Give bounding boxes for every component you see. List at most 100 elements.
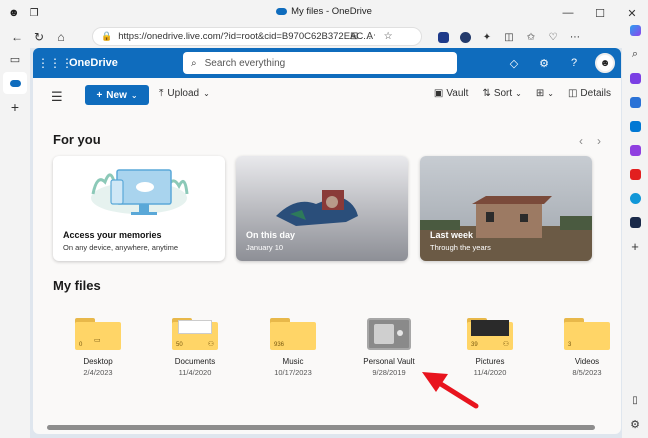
onedrive-page: ⋮⋮⋮ OneDrive ⌕ Search everything ◇ ⚙ ? ☻… [33, 48, 621, 434]
settings-gear-icon[interactable]: ⚙ [529, 57, 559, 70]
sort-button[interactable]: ⇅ Sort ⌄ [482, 88, 521, 99]
folder-icon: 0 ▭ [75, 318, 121, 350]
vault-button[interactable]: ▣ Vault [434, 88, 469, 99]
item-count: 3 [568, 342, 572, 348]
refresh-button[interactable]: ↻ [28, 26, 50, 48]
last-week-card[interactable]: Last week Through the years [420, 156, 592, 261]
browser-toolbar: ← ↻ ⌂ 🔒 https://onedrive.live.com/?id=ro… [0, 26, 648, 48]
hamburger-menu-icon[interactable]: ☰ [51, 89, 63, 105]
account-avatar[interactable]: ☻ [595, 53, 615, 73]
tab-actions-icon[interactable]: ▭ [0, 48, 30, 70]
sidebar-search-icon[interactable]: ⌕ [622, 42, 648, 66]
browser-essentials-icon[interactable]: ♡ [542, 26, 564, 48]
vertical-tabs-pane: ▭ + [0, 48, 30, 438]
app-available-icon[interactable]: ⊞ [350, 31, 358, 42]
file-date: 11/4/2020 [178, 368, 212, 377]
plus-icon: + [96, 89, 103, 101]
profile-icon[interactable]: ☻ [8, 7, 20, 19]
extensions-puzzle-icon[interactable]: ✦ [476, 26, 498, 48]
maximize-button[interactable]: ☐ [584, 0, 616, 26]
games-icon[interactable] [622, 138, 648, 162]
folder-icon: 936 [270, 318, 316, 350]
more-menu-icon[interactable]: ⋯ [564, 26, 586, 48]
browser-title-bar: ☻ ❐ My files - OneDrive — ☐ ✕ [0, 0, 648, 26]
folder-music[interactable]: 936 Music 10/17/2023 [253, 308, 333, 377]
extension-icon-1[interactable] [432, 26, 454, 48]
folder-personal-vault[interactable]: Personal Vault 9/28/2019 [349, 308, 429, 377]
folder-icon: 50 ⚇ [172, 318, 218, 350]
outlook-icon[interactable] [622, 114, 648, 138]
command-bar: ☰ + New ⌄ ⤒ Upload ⌄ ▣ Vault ⇅ Sort ⌄ ⊞ ⌄ ◫ D… [33, 78, 621, 112]
sidebar-settings-icon[interactable]: ⚙ [622, 412, 648, 436]
for-you-title: For you [53, 132, 101, 147]
vault-icon [367, 318, 411, 350]
app-launcher-icon[interactable]: ⋮⋮⋮ [37, 56, 73, 70]
shared-people-icon: ⚇ [502, 341, 509, 348]
file-name: Desktop [83, 357, 113, 366]
carousel-prev-icon[interactable]: ‹ [579, 134, 583, 148]
memories-card[interactable]: Access your memories On any device, anyw… [53, 156, 225, 261]
shopping-icon[interactable] [622, 66, 648, 90]
favorite-star-icon[interactable]: ☆ [384, 31, 393, 42]
read-aloud-icon[interactable]: Aᐧ [366, 31, 375, 42]
details-button[interactable]: ◫ Details [568, 88, 611, 99]
search-box[interactable]: ⌕ Search everything [183, 52, 457, 74]
desktop-monitor-icon: ▭ [94, 337, 101, 344]
details-label: Details [580, 88, 611, 99]
card-title: Access your memories [63, 230, 162, 240]
copilot-icon[interactable] [622, 18, 648, 42]
chevron-down-icon: ⌄ [203, 89, 210, 98]
tab-onedrive[interactable] [3, 72, 27, 94]
folder-videos[interactable]: 3 Videos 8/5/2023 [547, 308, 621, 377]
on-this-day-card[interactable]: On this day January 10 [236, 156, 408, 261]
minimize-button[interactable]: — [552, 0, 584, 26]
new-label: New [106, 89, 127, 101]
view-switcher-button[interactable]: ⊞ ⌄ [536, 88, 554, 99]
file-date: 10/17/2023 [274, 368, 312, 377]
premium-diamond-icon[interactable]: ◇ [499, 57, 529, 70]
calculator-icon[interactable] [622, 210, 648, 234]
folder-icon: 3 [564, 318, 610, 350]
new-tab-button[interactable]: + [0, 96, 30, 118]
file-name: Documents [174, 357, 216, 366]
new-button[interactable]: + New ⌄ [85, 85, 149, 105]
file-date: 9/28/2019 [372, 368, 406, 377]
tools-icon[interactable] [622, 90, 648, 114]
main-content: For you ‹ › Access your memories On any … [53, 112, 610, 412]
my-files-grid: 0 ▭ Desktop 2/4/2023 50 ⚇ Documents 11/4… [53, 308, 610, 398]
card-title: On this day [246, 230, 296, 240]
item-count: 0 [79, 342, 83, 348]
folder-pictures[interactable]: 39 ⚇ Pictures 11/4/2020 [450, 308, 530, 377]
folder-documents[interactable]: 50 ⚇ Documents 11/4/2020 [155, 308, 235, 377]
upload-label: Upload [167, 88, 200, 99]
chevron-down-icon: ⌄ [515, 89, 522, 98]
item-count: 936 [274, 342, 285, 348]
horizontal-scrollbar[interactable] [47, 425, 595, 430]
edge-sidebar: ⌕ + ▯ ⚙ [622, 18, 648, 438]
add-sidebar-app-icon[interactable]: + [622, 234, 648, 258]
hide-sidebar-icon[interactable]: ▯ [622, 388, 648, 412]
file-date: 2/4/2023 [83, 368, 113, 377]
app-name[interactable]: OneDrive [69, 57, 118, 69]
onedrive-header: ⋮⋮⋮ OneDrive ⌕ Search everything ◇ ⚙ ? ☻ [33, 48, 621, 78]
split-screen-icon[interactable]: ◫ [498, 26, 520, 48]
sort-label: Sort [493, 88, 513, 99]
item-count: 50 [176, 342, 183, 348]
skype-icon[interactable] [622, 186, 648, 210]
back-button[interactable]: ← [6, 26, 28, 48]
devices-illustration [91, 169, 189, 215]
extension-icon-2[interactable] [454, 26, 476, 48]
card-subtitle: January 10 [246, 243, 284, 252]
workspaces-icon[interactable]: ❐ [30, 8, 39, 19]
file-name: Music [282, 357, 304, 366]
carousel-next-icon[interactable]: › [597, 134, 601, 148]
youtube-icon[interactable] [622, 162, 648, 186]
favorites-icon[interactable]: ✩ [520, 26, 542, 48]
file-name: Videos [574, 357, 600, 366]
vault-label: Vault [446, 88, 469, 99]
file-date: 11/4/2020 [473, 368, 507, 377]
help-icon[interactable]: ? [559, 57, 589, 69]
home-button[interactable]: ⌂ [50, 26, 72, 48]
upload-button[interactable]: ⤒ Upload ⌄ [159, 88, 210, 99]
folder-desktop[interactable]: 0 ▭ Desktop 2/4/2023 [58, 308, 138, 377]
